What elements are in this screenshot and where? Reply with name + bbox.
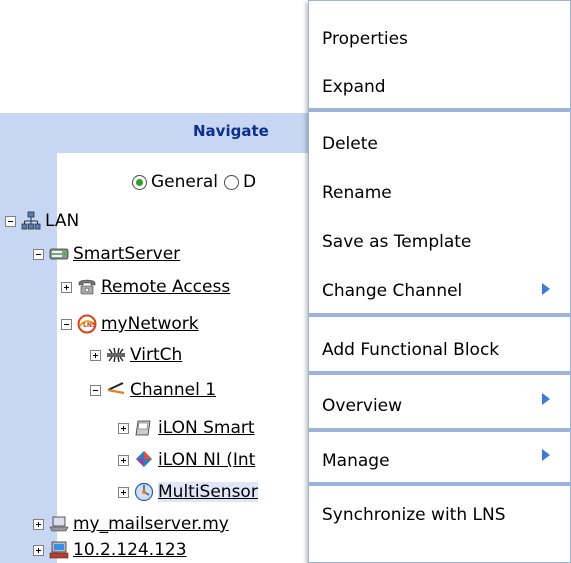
general-radio[interactable] — [132, 174, 147, 190]
expand-icon[interactable] — [118, 422, 129, 434]
tree-node-label[interactable]: my_mailserver.my — [73, 514, 229, 534]
expand-icon[interactable] — [33, 544, 44, 556]
channel-icon — [107, 382, 125, 395]
view-mode-radio-group: General D — [132, 172, 262, 192]
context-menu: Properties Expand Delete Rename Save as … — [308, 0, 571, 563]
collapse-icon[interactable] — [5, 215, 16, 227]
submenu-arrow-icon — [542, 283, 550, 295]
submenu-arrow-icon — [542, 449, 550, 461]
expand-icon[interactable] — [33, 518, 44, 530]
tree-node-label[interactable]: LAN — [45, 211, 79, 231]
collapse-icon[interactable] — [90, 384, 101, 396]
tree-node-label[interactable]: iLON NI (Int — [158, 450, 255, 470]
navigate-title: Navigate — [193, 122, 269, 140]
tree-node-virtch[interactable]: VirtCh — [90, 345, 182, 365]
lan-icon — [21, 211, 41, 230]
menu-separator — [309, 371, 570, 375]
menu-item-change-channel[interactable]: Change Channel — [322, 281, 462, 301]
tree-node-ilon-smart[interactable]: iLON Smart — [118, 418, 255, 438]
expand-icon[interactable] — [61, 281, 72, 293]
tree-node-label[interactable]: VirtCh — [130, 345, 182, 365]
expand-icon[interactable] — [118, 486, 129, 498]
menu-item-rename[interactable]: Rename — [322, 183, 392, 203]
tree-node-label[interactable]: 10.2.124.123 — [73, 540, 187, 560]
tree-node-label[interactable]: iLON Smart — [158, 418, 255, 438]
tree-node-label[interactable]: MultiSensor — [158, 482, 258, 502]
tree-node-ilon-ni[interactable]: iLON NI (Int — [118, 450, 255, 470]
expand-icon[interactable] — [90, 349, 101, 361]
menu-separator — [309, 108, 570, 112]
tree-node-remote-access[interactable]: Remote Access — [61, 277, 230, 297]
tree-node-multisensor[interactable]: MultiSensor — [118, 482, 258, 502]
sensor-icon — [134, 482, 154, 502]
tree-node-label[interactable]: Remote Access — [101, 277, 230, 297]
tree-node-label[interactable]: Channel 1 — [130, 380, 216, 400]
second-view-radio-label[interactable]: D — [243, 172, 256, 192]
tree-node-smartserver[interactable]: SmartServer — [33, 244, 180, 264]
menu-item-synchronize-with-lns[interactable]: Synchronize with LNS — [322, 505, 506, 525]
virtual-channel-icon — [107, 347, 125, 363]
menu-item-save-as-template[interactable]: Save as Template — [322, 232, 471, 252]
second-view-radio[interactable] — [224, 174, 239, 190]
menu-item-expand[interactable]: Expand — [322, 77, 386, 97]
menu-item-properties[interactable]: Properties — [322, 29, 408, 49]
collapse-icon[interactable] — [33, 248, 44, 260]
svg-text:LNS: LNS — [83, 322, 96, 329]
menu-item-overview[interactable]: Overview — [322, 396, 402, 416]
tree-node-label[interactable]: SmartServer — [73, 244, 180, 264]
device-icon — [135, 420, 151, 436]
tree-node-mailserver[interactable]: my_mailserver.my — [33, 514, 229, 534]
menu-item-manage[interactable]: Manage — [322, 451, 390, 471]
menu-item-add-functional-block[interactable]: Add Functional Block — [322, 340, 499, 360]
tree-node-channel-1[interactable]: Channel 1 — [90, 380, 216, 400]
collapse-icon[interactable] — [61, 318, 72, 330]
server-icon — [49, 248, 69, 260]
tree-node-mynetwork[interactable]: LNS myNetwork — [61, 314, 199, 334]
tree-node-lan[interactable]: LAN — [5, 211, 79, 231]
computer-icon — [49, 541, 69, 559]
network-icon: LNS — [77, 314, 97, 334]
menu-separator — [309, 313, 570, 317]
tree-node-label[interactable]: myNetwork — [101, 314, 199, 334]
general-radio-label[interactable]: General — [151, 172, 218, 192]
tree-node-ip-host[interactable]: 10.2.124.123 — [33, 540, 187, 560]
menu-separator — [309, 428, 570, 432]
menu-separator — [309, 482, 570, 486]
interface-icon — [136, 451, 152, 467]
menu-item-delete[interactable]: Delete — [322, 134, 378, 154]
laptop-icon — [49, 516, 69, 532]
expand-icon[interactable] — [118, 454, 129, 466]
phone-icon — [78, 279, 96, 295]
submenu-arrow-icon — [542, 393, 550, 405]
